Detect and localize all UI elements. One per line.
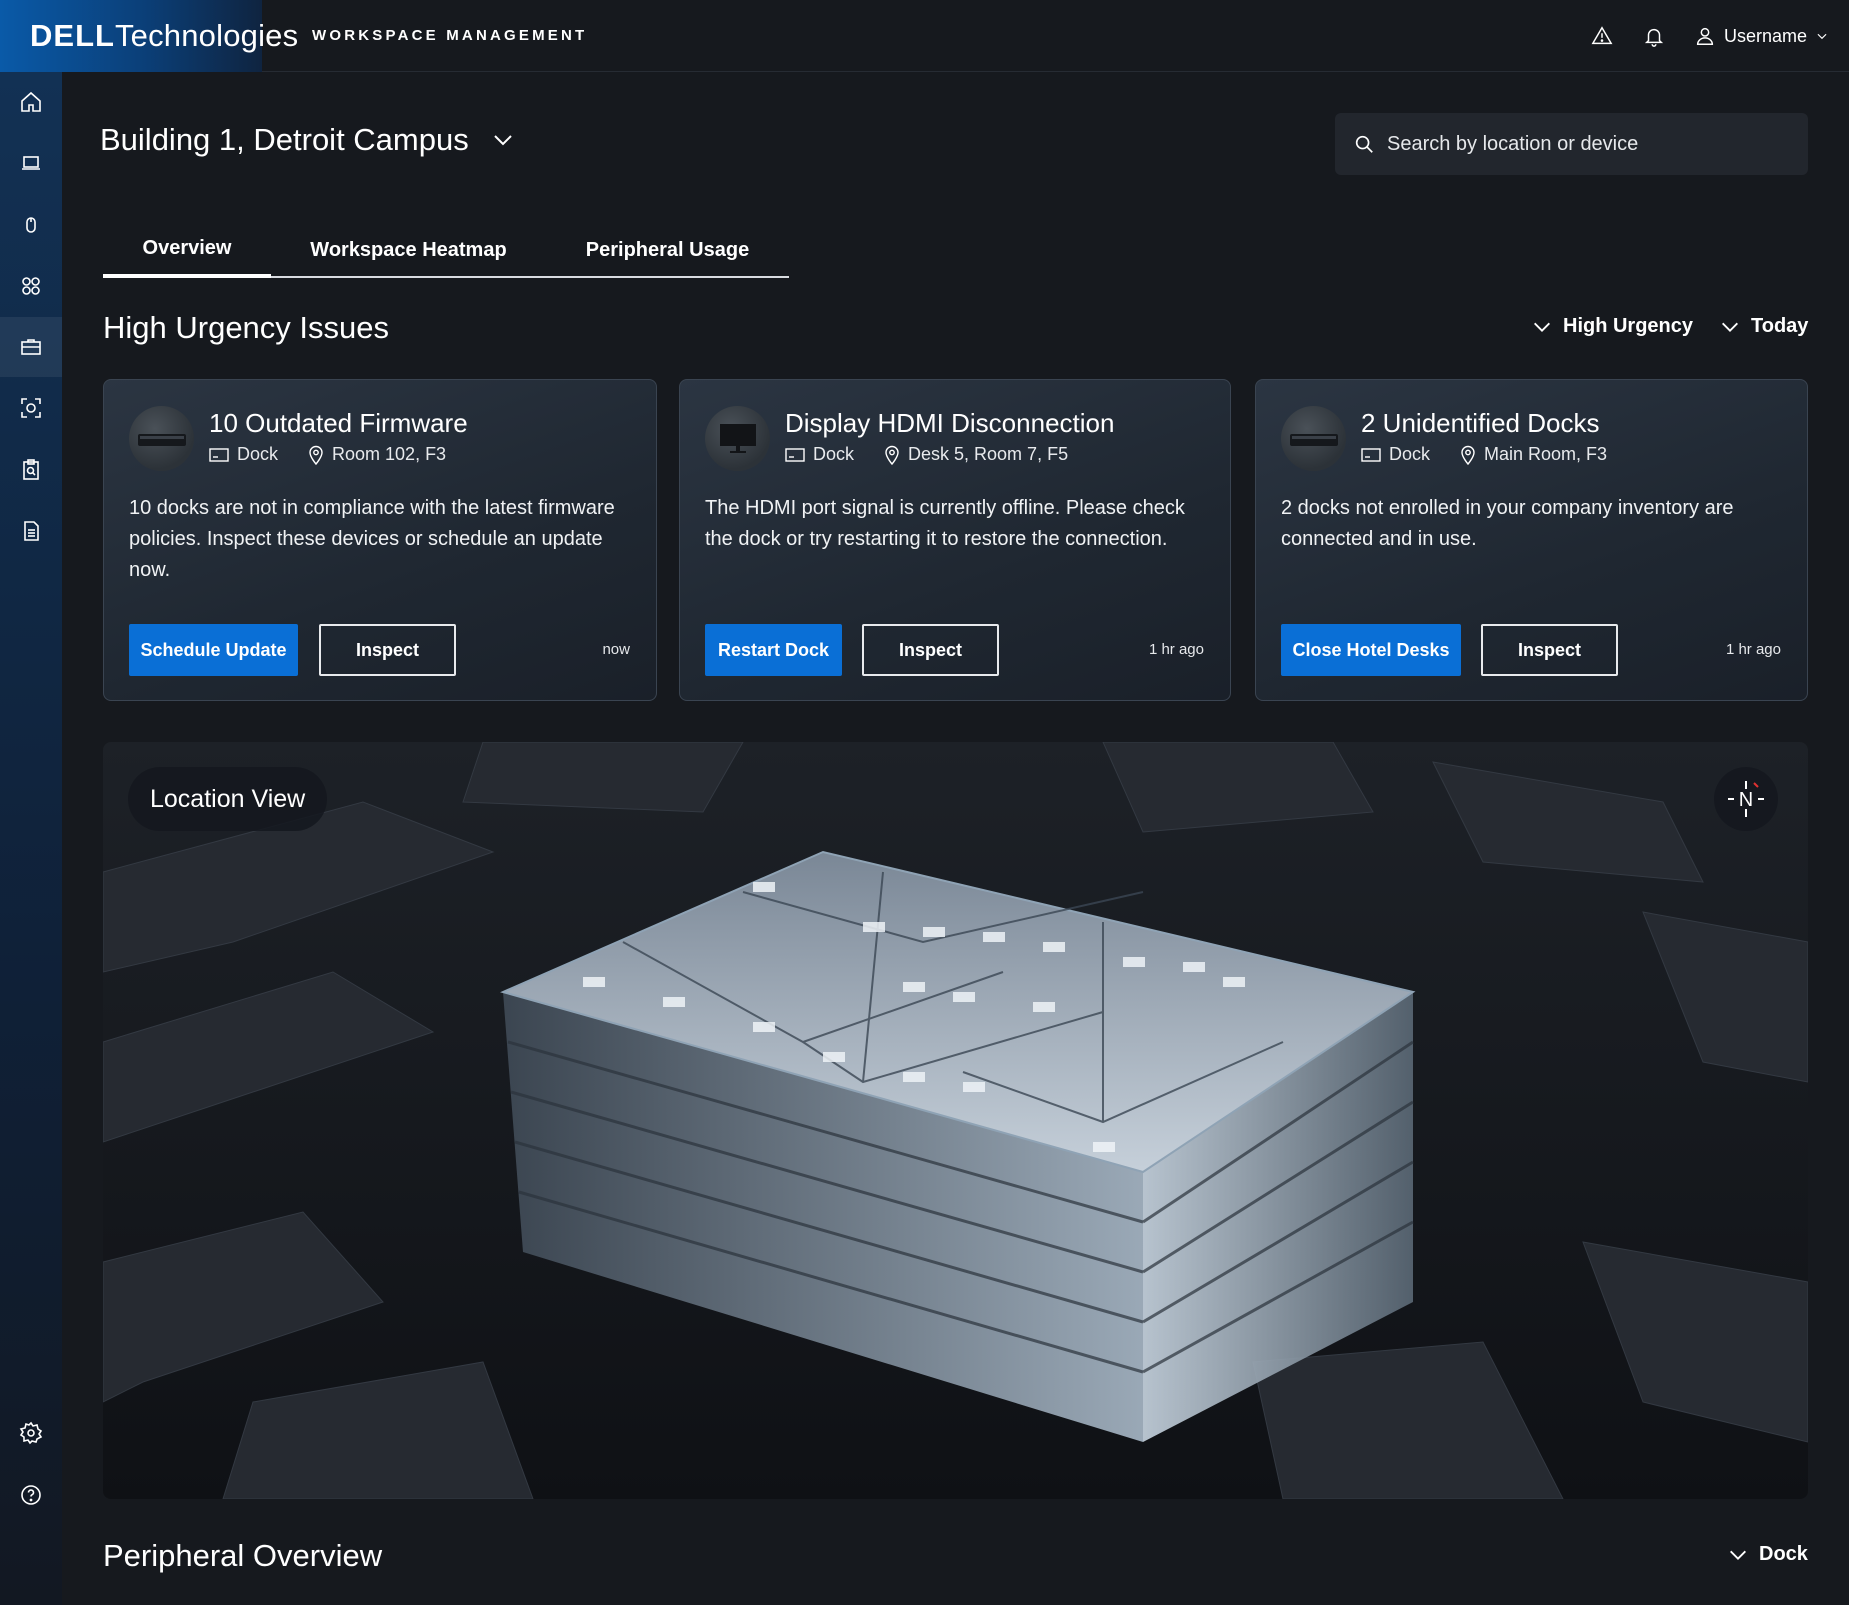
sidebar-item-reports[interactable] [0, 440, 62, 500]
dock-icon [1361, 447, 1381, 462]
issue-card-hdmi: Display HDMI Disconnection Dock Desk 5, … [679, 379, 1231, 701]
sidebar-item-workspace[interactable] [0, 317, 62, 377]
card-device: Dock [813, 444, 855, 464]
section-title-peripheral: Peripheral Overview [103, 1538, 383, 1573]
laptop-icon [22, 156, 40, 170]
apps-icon [22, 277, 40, 295]
tab-peripheral-usage[interactable]: Peripheral Usage [546, 222, 789, 278]
bell-icon[interactable] [1628, 0, 1680, 72]
dock-thumbnail [1281, 406, 1346, 471]
page-title: Building 1, Detroit Campus [100, 122, 469, 157]
filter-urgency-label: High Urgency [1563, 315, 1694, 337]
location-view-label: Location View [128, 767, 328, 831]
top-actions: Username [1576, 0, 1829, 72]
card-device: Dock [237, 444, 279, 464]
filter-urgency[interactable]: High Urgency [1531, 315, 1693, 338]
logo-dell: DELL [30, 18, 115, 53]
card-location: Desk 5, Room 7, F5 [908, 444, 1069, 464]
chevron-down-icon [1722, 322, 1738, 332]
card-timestamp: 1 hr ago [1148, 641, 1204, 658]
dock-thumbnail [129, 406, 194, 471]
card-timestamp: now [602, 641, 630, 658]
compass-letter: N [1739, 789, 1753, 811]
card-meta: Dock Room 102, F3 [209, 444, 446, 465]
home-icon [21, 91, 41, 112]
dock-icon [785, 447, 805, 462]
location-pin-icon [1461, 445, 1475, 465]
issue-card-firmware: 10 Outdated Firmware Dock Room 102, F3 1… [103, 379, 657, 701]
card-body: 10 docks are not in compliance with the … [129, 497, 615, 581]
card-meta: Dock Desk 5, Room 7, F5 [785, 444, 1068, 465]
document-icon [24, 521, 39, 541]
building-3d-render[interactable] [103, 742, 1808, 1499]
sidebar-item-scan[interactable] [0, 378, 62, 438]
tab-overview[interactable]: Overview [103, 222, 271, 278]
close-hotel-desks-button[interactable]: Close Hotel Desks [1281, 624, 1461, 676]
location-pin-icon [885, 445, 899, 465]
restart-dock-button[interactable]: Restart Dock [705, 624, 842, 676]
sidebar-item-documents[interactable] [0, 501, 62, 561]
sidebar-item-help[interactable] [0, 1465, 62, 1525]
compass-icon: N [1728, 781, 1764, 817]
tab-workspace-heatmap[interactable]: Workspace Heatmap [271, 222, 546, 278]
dock-icon [209, 447, 229, 462]
alert-icon[interactable] [1576, 0, 1628, 72]
chevron-down-icon [1534, 322, 1550, 332]
section-title-issues: High Urgency Issues [103, 310, 390, 345]
issue-card-unidentified: 2 Unidentified Docks Dock Main Room, F3 … [1255, 379, 1808, 701]
top-bar: DELL Technologies WORKSPACE MANAGEMENT U… [0, 0, 1849, 72]
clipboard-search-icon [23, 459, 39, 480]
sidebar-item-apps[interactable] [0, 256, 62, 316]
sidebar-item-peripherals[interactable] [0, 195, 62, 255]
search-icon [1355, 135, 1373, 153]
location-pin-icon [309, 445, 323, 465]
user-menu[interactable]: Username [1694, 25, 1829, 47]
card-title: 10 Outdated Firmware [209, 408, 468, 438]
compass-button[interactable]: N [1714, 767, 1778, 831]
card-location: Room 102, F3 [332, 444, 447, 464]
mouse-icon [26, 217, 36, 233]
brand-block: DELL Technologies [0, 0, 298, 72]
chevron-down-icon [1817, 33, 1827, 40]
chevron-down-icon [494, 135, 512, 146]
briefcase-icon [21, 339, 41, 355]
logo-technologies: Technologies [114, 18, 299, 53]
inspect-button[interactable]: Inspect [862, 624, 999, 676]
filter-peripheral-label: Dock [1759, 1543, 1808, 1565]
card-body: The HDMI port signal is currently offlin… [705, 497, 1185, 550]
sidebar-item-devices[interactable] [0, 133, 62, 193]
filter-date[interactable]: Today [1719, 315, 1808, 338]
chevron-down-icon [1730, 1550, 1746, 1560]
main-content: Building 1, Detroit Campus Overview Work… [62, 72, 1849, 1605]
card-device: Dock [1389, 444, 1431, 464]
inspect-button[interactable]: Inspect [1481, 624, 1618, 676]
app-title: WORKSPACE MANAGEMENT [312, 27, 588, 44]
inspect-button[interactable]: Inspect [319, 624, 456, 676]
scan-icon [21, 398, 41, 418]
card-title: Display HDMI Disconnection [785, 408, 1115, 438]
tab-bar: Overview Workspace Heatmap Peripheral Us… [103, 222, 789, 278]
sidebar-item-home[interactable] [0, 72, 62, 132]
card-title: 2 Unidentified Docks [1361, 408, 1600, 438]
card-location: Main Room, F3 [1484, 444, 1608, 464]
building-selector[interactable]: Building 1, Detroit Campus [100, 122, 515, 158]
sidebar [0, 72, 62, 1605]
filter-peripheral-type[interactable]: Dock [1727, 1543, 1808, 1566]
card-meta: Dock Main Room, F3 [1361, 444, 1607, 465]
gear-icon [19, 1421, 43, 1445]
schedule-update-button[interactable]: Schedule Update [129, 624, 298, 676]
username: Username [1723, 25, 1807, 46]
search-input[interactable] [1387, 132, 1787, 156]
dell-logo[interactable]: DELL Technologies [30, 18, 298, 54]
location-view[interactable]: Location View N [103, 742, 1808, 1499]
search-box [1335, 113, 1808, 175]
monitor-thumbnail [705, 406, 770, 471]
sidebar-item-settings[interactable] [0, 1403, 62, 1463]
help-icon [21, 1485, 41, 1505]
card-timestamp: 1 hr ago [1725, 641, 1781, 658]
filter-date-label: Today [1751, 315, 1809, 337]
card-body: 2 docks not enrolled in your company inv… [1281, 497, 1734, 550]
user-icon [1696, 27, 1714, 45]
